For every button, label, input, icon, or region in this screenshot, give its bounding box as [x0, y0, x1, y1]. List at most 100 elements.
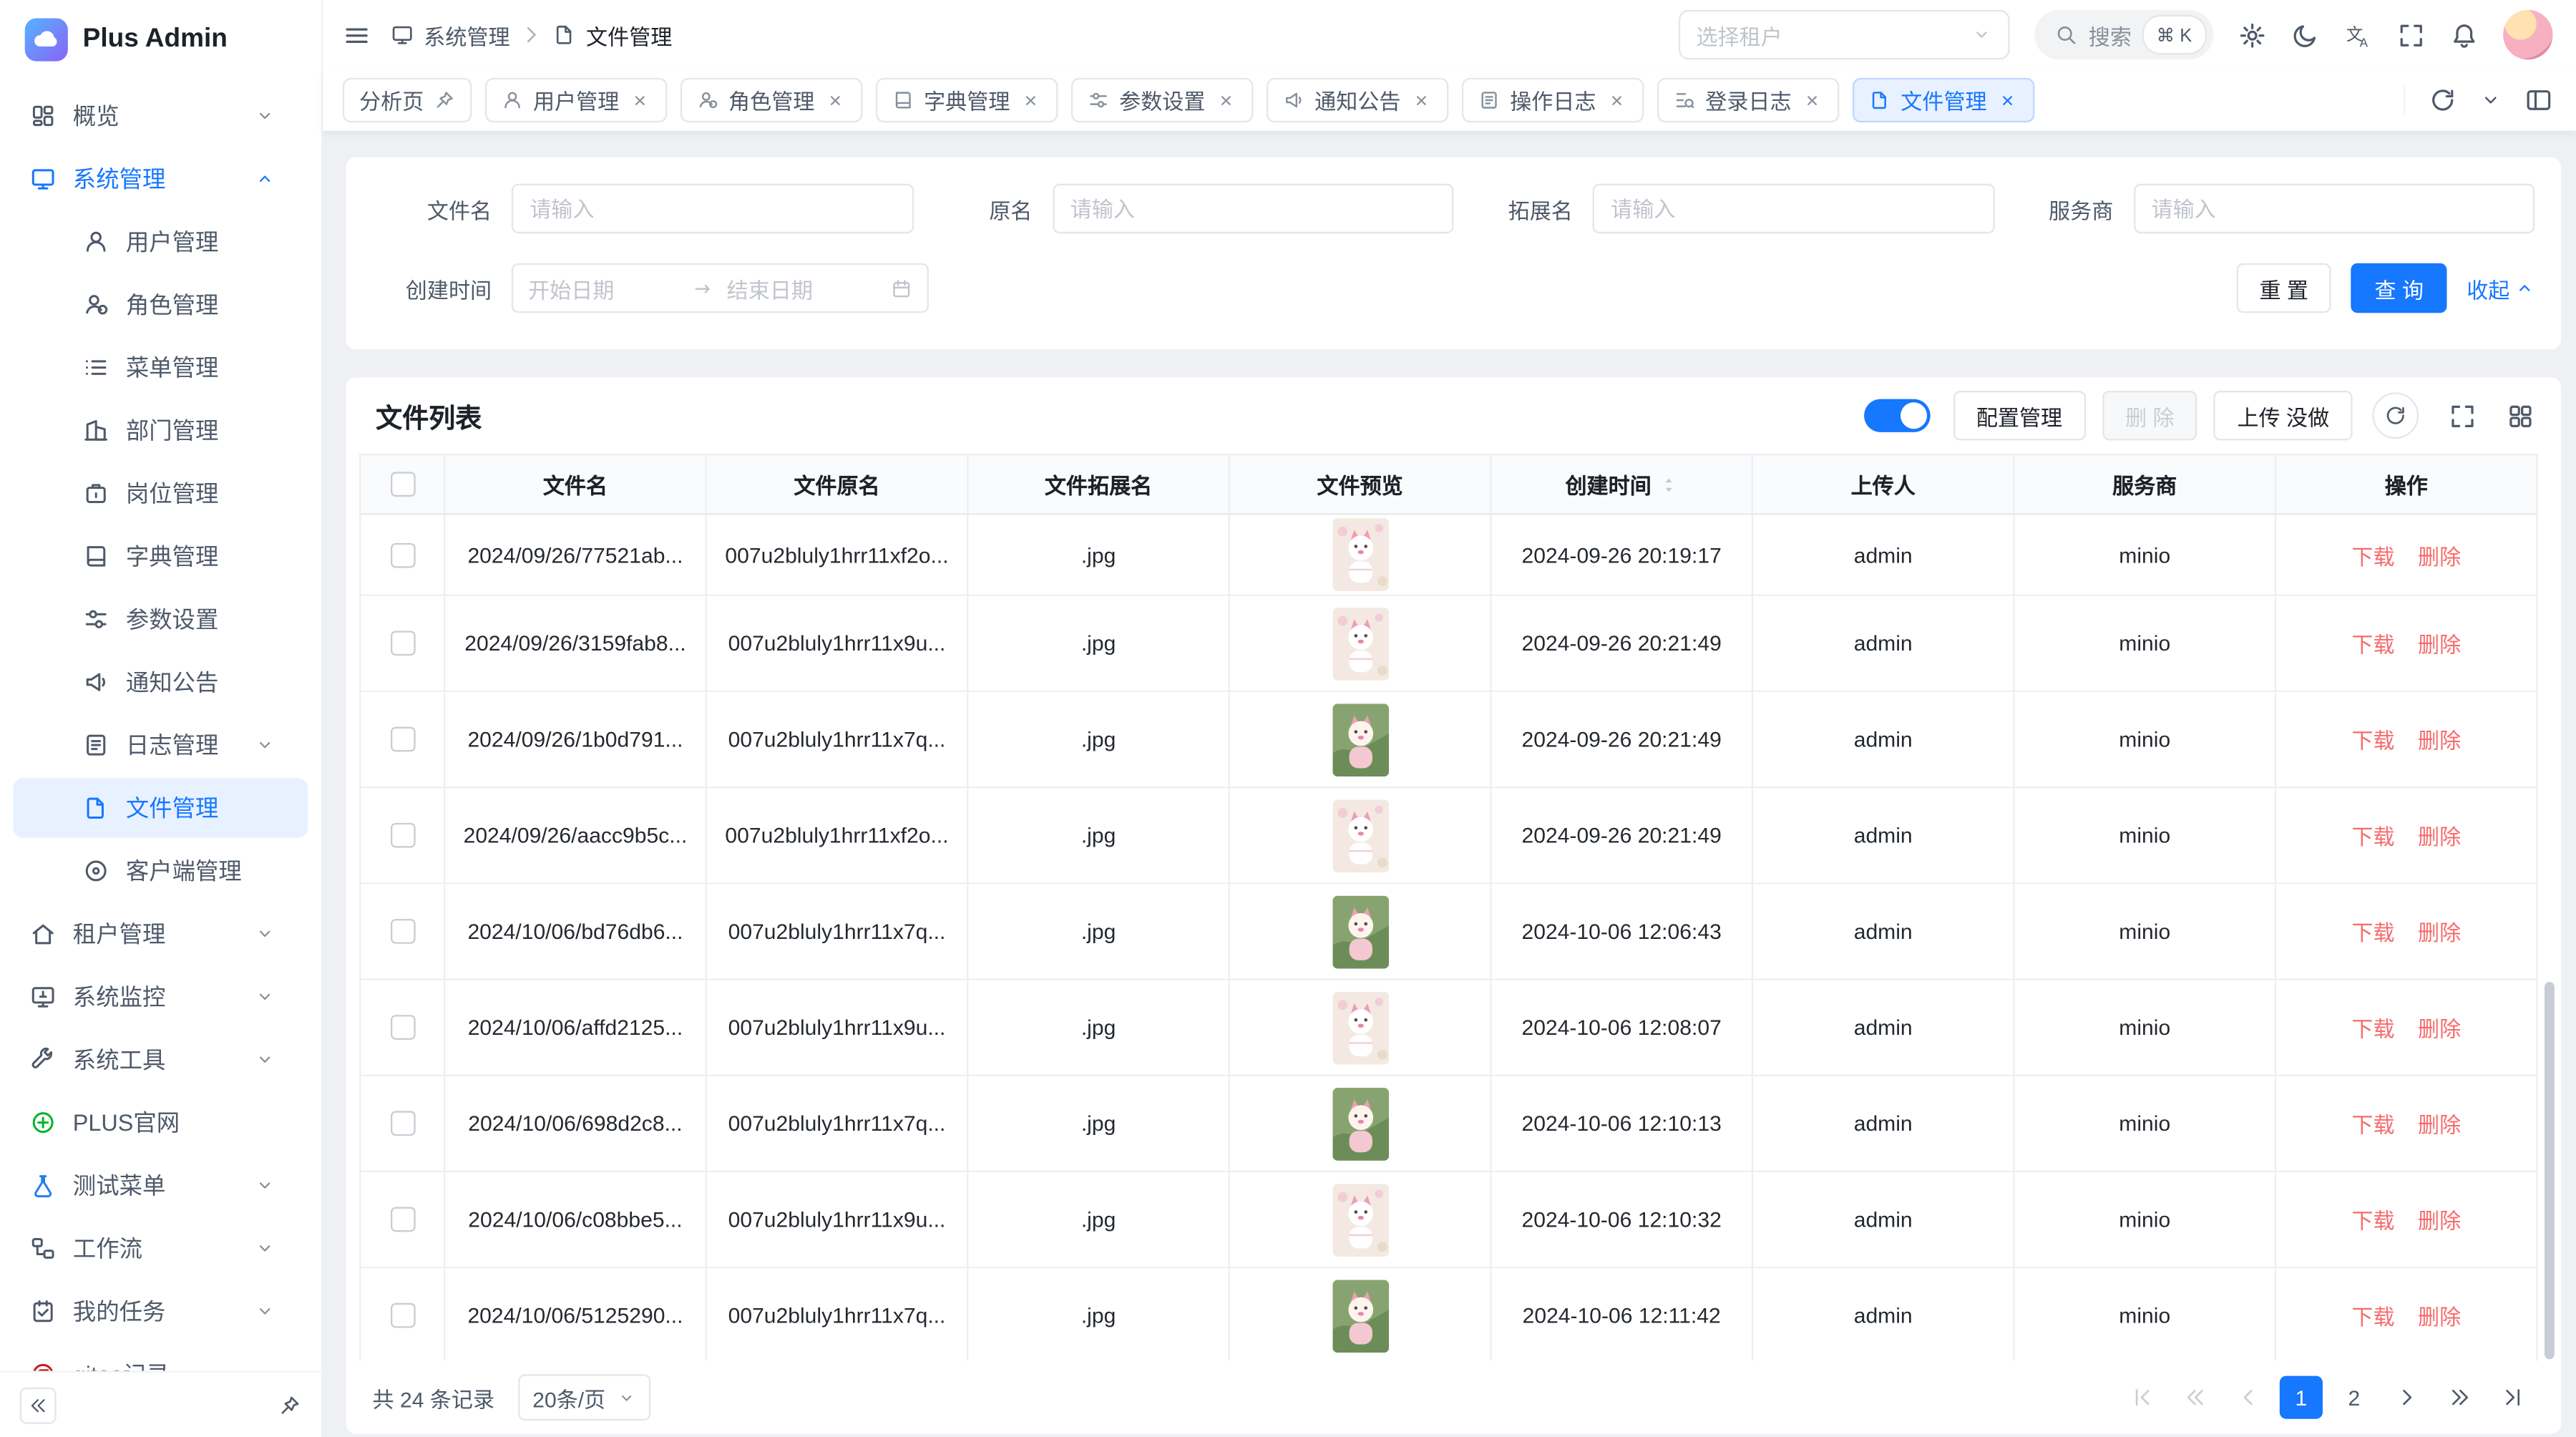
tab-4[interactable]: 参数设置 ×: [1071, 78, 1254, 122]
close-icon[interactable]: ×: [1020, 88, 1041, 113]
sidebar-item[interactable]: 系统管理: [14, 149, 308, 208]
file-preview-image[interactable]: [1332, 1183, 1388, 1256]
download-link[interactable]: 下载: [2351, 628, 2394, 659]
row-checkbox[interactable]: [390, 727, 415, 752]
collapse-sidebar-button[interactable]: [20, 1387, 57, 1423]
table-row[interactable]: 2024/09/26/77521ab... 007u2bluly1hrr11xf…: [359, 515, 2538, 596]
row-checkbox[interactable]: [390, 1303, 415, 1328]
refresh-icon[interactable]: [2429, 86, 2457, 114]
filter-input-3[interactable]: [2133, 184, 2534, 233]
download-link[interactable]: 下载: [2351, 915, 2394, 947]
vertical-scrollbar[interactable]: [2545, 982, 2555, 1360]
file-preview-image[interactable]: [1332, 703, 1388, 776]
refresh-button[interactable]: [2372, 392, 2419, 439]
download-link[interactable]: 下载: [2351, 819, 2394, 851]
sort-icon[interactable]: [1658, 474, 1678, 495]
table-row[interactable]: 2024/10/06/5125290... 007u2bluly1hrr11x7…: [359, 1268, 2538, 1361]
row-checkbox[interactable]: [390, 1207, 415, 1232]
dark-mode-moon-icon[interactable]: [2291, 21, 2319, 49]
row-delete-link[interactable]: 删除: [2418, 1012, 2461, 1043]
column-settings-icon[interactable]: [2507, 401, 2534, 429]
file-preview-image[interactable]: [1332, 518, 1388, 591]
date-range-picker[interactable]: 开始日期 结束日期: [512, 263, 929, 313]
close-icon[interactable]: ×: [1801, 88, 1823, 113]
table-row[interactable]: 2024/10/06/698d2c8... 007u2bluly1hrr11x7…: [359, 1076, 2538, 1172]
last-page-button[interactable]: [2492, 1376, 2534, 1419]
tab-2[interactable]: 角色管理 ×: [680, 78, 863, 122]
notification-bell-icon[interactable]: [2450, 21, 2478, 49]
page-button-1[interactable]: 1: [2280, 1376, 2323, 1419]
chevron-down-icon[interactable]: [2480, 89, 2502, 111]
row-checkbox[interactable]: [390, 630, 415, 656]
row-checkbox[interactable]: [390, 1015, 415, 1040]
table-row[interactable]: 2024/09/26/3159fab8... 007u2bluly1hrr11x…: [359, 596, 2538, 692]
select-all-checkbox[interactable]: [390, 472, 415, 497]
hamburger-menu-icon[interactable]: [343, 21, 371, 49]
tab-0[interactable]: 分析页: [343, 78, 472, 122]
file-preview-image[interactable]: [1332, 1087, 1388, 1160]
sidebar-item[interactable]: 用户管理: [14, 212, 308, 271]
file-preview-image[interactable]: [1332, 607, 1388, 680]
fullscreen-icon[interactable]: [2397, 21, 2425, 49]
sidebar-item[interactable]: 测试菜单: [14, 1156, 308, 1215]
sidebar-item[interactable]: 角色管理: [14, 275, 308, 334]
pin-icon[interactable]: [434, 89, 455, 111]
next-page-button[interactable]: [2386, 1376, 2429, 1419]
table-row[interactable]: 2024/09/26/aacc9b5c... 007u2bluly1hrr11x…: [359, 788, 2538, 884]
sidebar-item[interactable]: 字典管理: [14, 527, 308, 586]
file-preview-image[interactable]: [1332, 799, 1388, 872]
row-delete-link[interactable]: 删除: [2418, 819, 2461, 851]
tab-3[interactable]: 字典管理 ×: [876, 78, 1058, 122]
translate-icon[interactable]: 文A: [2344, 21, 2372, 49]
global-search[interactable]: 搜索 ⌘ K: [2034, 10, 2213, 59]
row-delete-link[interactable]: 删除: [2418, 539, 2461, 570]
row-checkbox[interactable]: [390, 1111, 415, 1136]
layout-panel-icon[interactable]: [2524, 86, 2552, 114]
sidebar-item[interactable]: 我的任务: [14, 1282, 308, 1341]
row-delete-link[interactable]: 删除: [2418, 1300, 2461, 1331]
collapse-filters-link[interactable]: 收起: [2467, 273, 2534, 304]
filter-input-1[interactable]: [1052, 184, 1453, 233]
settings-gear-icon[interactable]: [2238, 21, 2266, 49]
row-delete-link[interactable]: 删除: [2418, 724, 2461, 755]
reset-button[interactable]: 重 置: [2236, 263, 2331, 313]
tenant-select[interactable]: 选择租户: [1678, 10, 2009, 59]
prev-page-button[interactable]: [2227, 1376, 2270, 1419]
sidebar-item[interactable]: 文件管理: [14, 778, 308, 837]
row-delete-link[interactable]: 删除: [2418, 1108, 2461, 1139]
close-icon[interactable]: ×: [629, 88, 650, 113]
sidebar-item[interactable]: PLUS官网: [14, 1093, 308, 1152]
page-button-2[interactable]: 2: [2333, 1376, 2376, 1419]
download-link[interactable]: 下载: [2351, 1108, 2394, 1139]
table-row[interactable]: 2024/10/06/c08bbe5... 007u2bluly1hrr11x9…: [359, 1172, 2538, 1268]
download-link[interactable]: 下载: [2351, 539, 2394, 570]
table-fullscreen-icon[interactable]: [2449, 401, 2477, 429]
sidebar-item[interactable]: 系统工具: [14, 1030, 308, 1089]
sidebar-item[interactable]: 工作流: [14, 1219, 308, 1278]
sidebar-item[interactable]: 部门管理: [14, 401, 308, 460]
tab-7[interactable]: 登录日志 ×: [1657, 78, 1840, 122]
fast-next-button[interactable]: [2439, 1376, 2482, 1419]
close-icon[interactable]: ×: [824, 88, 846, 113]
table-row[interactable]: 2024/10/06/affd2125... 007u2bluly1hrr11x…: [359, 980, 2538, 1076]
download-link[interactable]: 下载: [2351, 1300, 2394, 1331]
close-icon[interactable]: ×: [1606, 88, 1627, 113]
close-icon[interactable]: ×: [1997, 88, 2019, 113]
sidebar-item[interactable]: 系统监控: [14, 967, 308, 1026]
sidebar-item[interactable]: 日志管理: [14, 715, 308, 774]
download-link[interactable]: 下载: [2351, 1204, 2394, 1235]
row-checkbox[interactable]: [390, 823, 415, 848]
file-preview-image[interactable]: [1332, 991, 1388, 1064]
user-avatar[interactable]: [2503, 10, 2552, 59]
row-delete-link[interactable]: 删除: [2418, 1204, 2461, 1235]
sidebar-item[interactable]: 租户管理: [14, 904, 308, 963]
query-button[interactable]: 查 询: [2351, 263, 2446, 313]
file-preview-image[interactable]: [1332, 895, 1388, 968]
first-page-button[interactable]: [2121, 1376, 2164, 1419]
tab-8[interactable]: 文件管理 ×: [1853, 78, 2035, 122]
file-preview-image[interactable]: [1332, 1279, 1388, 1352]
sidebar-item[interactable]: 概览: [14, 86, 308, 145]
upload-button[interactable]: 上传 没做: [2214, 391, 2352, 440]
download-link[interactable]: 下载: [2351, 724, 2394, 755]
filter-input-2[interactable]: [1593, 184, 1994, 233]
